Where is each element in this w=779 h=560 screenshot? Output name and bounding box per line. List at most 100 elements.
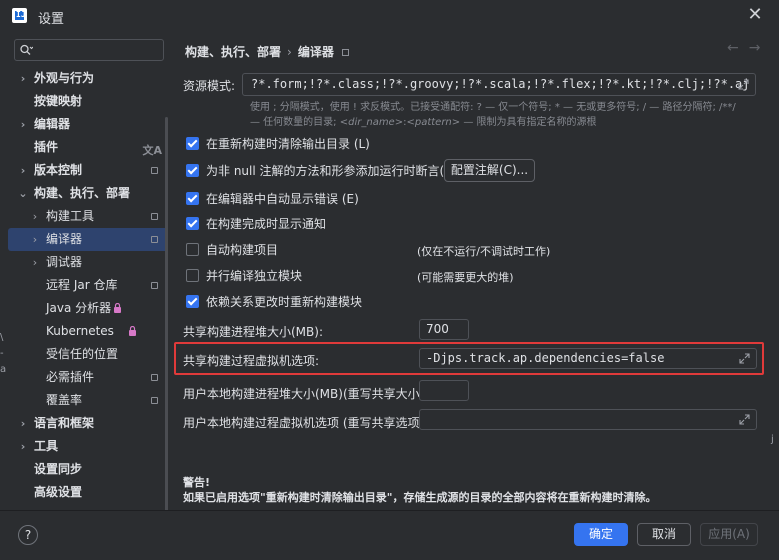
search-icon bbox=[20, 44, 33, 55]
lock-icon bbox=[129, 326, 136, 336]
sidebar-item-label: Kubernetes bbox=[46, 324, 114, 338]
sidebar-item-label: 覆盖率 bbox=[46, 393, 83, 407]
sidebar-item-10[interactable]: Java 分析器 bbox=[8, 297, 168, 320]
sidebar-item-13[interactable]: 必需插件 bbox=[8, 366, 168, 389]
sidebar-item-3[interactable]: 插件 文A bbox=[8, 136, 168, 159]
project-scope-icon bbox=[341, 49, 349, 56]
configure-annotations-button[interactable]: 配置注解(C)... bbox=[444, 159, 535, 182]
forward-arrow-icon[interactable]: → bbox=[749, 40, 771, 56]
sidebar-item-14[interactable]: 覆盖率 bbox=[8, 389, 168, 412]
auto-build-note: (仅在不运行/不调试时工作) bbox=[417, 245, 551, 258]
close-icon[interactable]: ✕ bbox=[744, 4, 766, 26]
sidebar-item-label: 工具 bbox=[34, 439, 59, 453]
ok-button[interactable]: 确定 bbox=[574, 523, 628, 546]
compiler-settings-panel: 构建、执行、部署 › 编译器 ←→ 资源模式: ?*.form;!?*.class;… bbox=[170, 32, 779, 510]
expand-icon[interactable] bbox=[739, 414, 750, 425]
resource-patterns-hint: 使用 ; 分隔模式，使用 ! 求反模式。已接受通配符: ? — 仅一个符号; *… bbox=[250, 100, 760, 130]
chevron-right-icon[interactable]: › bbox=[18, 67, 28, 90]
breadcrumb: 构建、执行、部署 › 编译器 bbox=[185, 43, 349, 60]
settings-search-input[interactable] bbox=[35, 42, 160, 58]
shared-vm-options-label: 共享构建过程虚拟机选项: bbox=[183, 354, 320, 368]
breadcrumb-parent[interactable]: 构建、执行、部署 bbox=[185, 45, 281, 59]
lock-icon bbox=[114, 303, 122, 313]
chevron-down-icon[interactable]: ⌄ bbox=[18, 182, 28, 205]
sidebar-item-8[interactable]: › 调试器 bbox=[8, 251, 168, 274]
sidebar-item-label: 编辑器 bbox=[34, 117, 71, 131]
chevron-right-icon[interactable]: › bbox=[30, 228, 40, 251]
local-heap-input[interactable] bbox=[419, 380, 469, 401]
shared-heap-input[interactable]: 700 bbox=[419, 319, 469, 340]
project-scope-icon bbox=[151, 282, 158, 289]
sidebar-item-18[interactable]: 高级设置 bbox=[8, 481, 168, 504]
chevron-right-icon[interactable]: › bbox=[18, 435, 28, 458]
shared-vm-options-value: -Djps.track.ap.dependencies=false bbox=[426, 351, 665, 365]
clear-output-label: 在重新构建时清除输出目录 (L) bbox=[206, 137, 370, 151]
sidebar-item-15[interactable]: › 语言和框架 bbox=[8, 412, 168, 435]
background-edge-text-right: j bbox=[771, 434, 774, 445]
settings-tree: › 外观与行为 按键映射 › 编辑器 插件 文A › 版本控制 ⌄ 构建、执行、部署 › 构建工具 › 编译… bbox=[8, 67, 168, 504]
sidebar-item-9[interactable]: 远程 Jar 仓库 bbox=[8, 274, 168, 297]
sidebar-scrollbar[interactable] bbox=[165, 117, 168, 537]
show-errors-label: 在编辑器中自动显示错误 (E) bbox=[206, 192, 359, 206]
background-edge-text: \ -a bbox=[0, 332, 7, 375]
rebuild-deps-label: 依赖关系更改时重新构建模块 bbox=[206, 295, 363, 309]
sidebar-item-1[interactable]: 按键映射 bbox=[8, 90, 168, 113]
sidebar-item-selected[interactable]: › 编译器 bbox=[8, 228, 168, 251]
window-title: 设置 bbox=[38, 12, 65, 27]
resource-patterns-value: ?*.form;!?*.class;!?*.groovy;!?*.scala;!… bbox=[251, 77, 750, 91]
parallel-checkbox[interactable] bbox=[186, 269, 199, 282]
sidebar-item-label: 编译器 bbox=[46, 232, 83, 246]
expand-icon[interactable] bbox=[738, 79, 749, 90]
notify-done-checkbox[interactable] bbox=[186, 217, 199, 230]
sidebar-item-6[interactable]: › 构建工具 bbox=[8, 205, 168, 228]
chevron-right-icon[interactable]: › bbox=[18, 113, 28, 136]
sidebar-item-label: 语言和框架 bbox=[34, 416, 95, 430]
sidebar-item-label: 构建、执行、部署 bbox=[34, 186, 131, 200]
breadcrumb-current: 编译器 bbox=[297, 45, 334, 59]
resource-patterns-label: 资源模式: bbox=[183, 79, 236, 93]
sidebar-item-label: 构建工具 bbox=[46, 209, 95, 223]
chevron-right-icon[interactable]: › bbox=[18, 412, 28, 435]
sidebar-item-17[interactable]: 设置同步 bbox=[8, 458, 168, 481]
local-vm-options-input[interactable] bbox=[419, 409, 757, 430]
sidebar-item-label: 高级设置 bbox=[34, 485, 83, 499]
auto-build-label: 自动构建项目 bbox=[206, 243, 279, 257]
cancel-button[interactable]: 取消 bbox=[637, 523, 691, 546]
sidebar-item-label: 插件 bbox=[34, 140, 59, 154]
sidebar-item-16[interactable]: › 工具 bbox=[8, 435, 168, 458]
sidebar-item-5[interactable]: ⌄ 构建、执行、部署 bbox=[8, 182, 168, 205]
chevron-right-icon[interactable]: › bbox=[30, 251, 40, 274]
sidebar-item-4[interactable]: › 版本控制 bbox=[8, 159, 168, 182]
sidebar-item-label: 受信任的位置 bbox=[46, 347, 119, 361]
project-scope-icon bbox=[151, 213, 158, 220]
chevron-right-icon[interactable]: › bbox=[18, 159, 28, 182]
sidebar-item-11[interactable]: Kubernetes bbox=[8, 320, 168, 343]
parallel-label: 并行编译独立模块 bbox=[206, 269, 303, 283]
chevron-right-icon[interactable]: › bbox=[30, 205, 40, 228]
runtime-assert-checkbox[interactable] bbox=[186, 164, 199, 177]
settings-sidebar: › 外观与行为 按键映射 › 编辑器 插件 文A › 版本控制 ⌄ 构建、执行、部署 › 构建工具 › 编译… bbox=[0, 32, 170, 537]
sidebar-item-12[interactable]: 受信任的位置 bbox=[8, 343, 168, 366]
warning-title: 警告! bbox=[183, 476, 211, 489]
sidebar-item-label: Java 分析器 bbox=[46, 301, 112, 315]
rebuild-deps-checkbox[interactable] bbox=[186, 295, 199, 308]
apply-button[interactable]: 应用(A) bbox=[700, 523, 758, 546]
local-heap-label: 用户本地构建进程堆大小(MB)(重写共享大小): bbox=[183, 387, 429, 401]
shared-vm-options-input[interactable]: -Djps.track.ap.dependencies=false bbox=[419, 348, 757, 369]
resource-patterns-input[interactable]: ?*.form;!?*.class;!?*.groovy;!?*.scala;!… bbox=[242, 73, 756, 96]
project-scope-icon bbox=[151, 236, 158, 243]
intellij-app-icon: IJ bbox=[12, 8, 27, 23]
clear-output-checkbox[interactable] bbox=[186, 137, 199, 150]
sidebar-item-label: 版本控制 bbox=[34, 163, 83, 177]
project-scope-icon bbox=[151, 374, 158, 381]
back-arrow-icon[interactable]: ← bbox=[727, 40, 749, 56]
sidebar-item-2[interactable]: › 编辑器 bbox=[8, 113, 168, 136]
project-scope-icon bbox=[151, 167, 158, 174]
hint-line-1: 使用 ; 分隔模式，使用 ! 求反模式。已接受通配符: ? — 仅一个符号; *… bbox=[250, 102, 736, 113]
auto-build-checkbox[interactable] bbox=[186, 243, 199, 256]
settings-search-box[interactable] bbox=[14, 39, 164, 61]
sidebar-item-0[interactable]: › 外观与行为 bbox=[8, 67, 168, 90]
expand-icon[interactable] bbox=[739, 353, 750, 364]
show-errors-checkbox[interactable] bbox=[186, 192, 199, 205]
help-button[interactable]: ? bbox=[18, 525, 38, 545]
